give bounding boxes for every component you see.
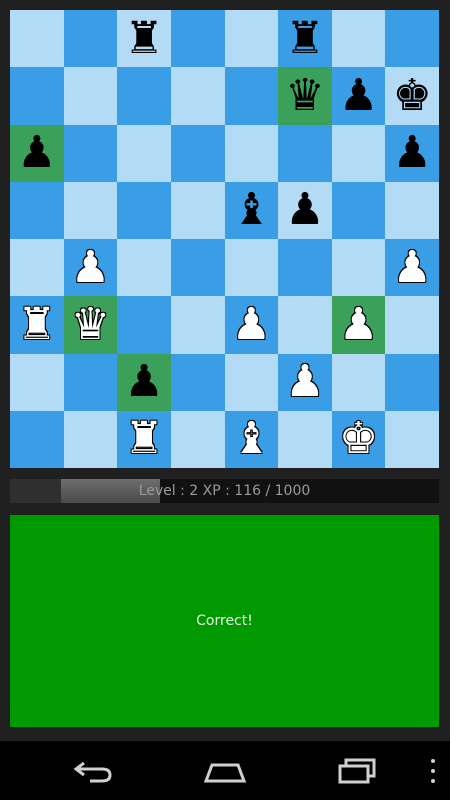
board-square[interactable] xyxy=(278,410,332,468)
board-square[interactable]: ♝ xyxy=(224,181,279,239)
white-rook-icon[interactable]: ♜ xyxy=(17,302,56,347)
board-square[interactable]: ♜ xyxy=(10,296,64,354)
board-square[interactable] xyxy=(170,10,225,68)
black-pawn-icon[interactable]: ♟ xyxy=(17,131,56,175)
board-square[interactable]: ♟ xyxy=(278,181,332,239)
board-square[interactable] xyxy=(117,239,171,297)
recent-apps-icon xyxy=(338,758,376,784)
board-square[interactable] xyxy=(63,124,118,182)
home-button[interactable] xyxy=(200,755,250,787)
black-pawn-icon[interactable]: ♟ xyxy=(392,131,431,175)
board-square[interactable]: ♟ xyxy=(63,239,118,297)
board-square[interactable]: ♚ xyxy=(331,410,386,468)
board-square[interactable] xyxy=(63,67,118,125)
board-square[interactable] xyxy=(385,410,439,468)
board-square[interactable] xyxy=(170,410,225,468)
board-square[interactable] xyxy=(224,239,279,297)
black-rook-icon[interactable]: ♜ xyxy=(124,16,163,61)
board-square[interactable] xyxy=(170,124,225,182)
recent-apps-button[interactable] xyxy=(332,755,382,787)
black-pawn-icon[interactable]: ♟ xyxy=(285,188,324,232)
board-square[interactable]: ♟ xyxy=(331,67,386,125)
black-queen-icon[interactable]: ♛ xyxy=(285,73,324,118)
board-square[interactable] xyxy=(63,10,118,68)
board-square[interactable]: ♟ xyxy=(278,353,332,411)
board-square[interactable]: ♝ xyxy=(224,410,279,468)
white-pawn-icon[interactable]: ♟ xyxy=(232,302,271,347)
black-rook-icon[interactable]: ♜ xyxy=(285,16,324,61)
board-square[interactable] xyxy=(10,10,64,68)
board-square[interactable] xyxy=(278,296,332,354)
board-square[interactable]: ♟ xyxy=(385,124,439,182)
white-pawn-icon[interactable]: ♟ xyxy=(71,245,110,290)
board-square[interactable] xyxy=(278,239,332,297)
black-pawn-icon[interactable]: ♟ xyxy=(339,73,378,118)
android-navigation-bar xyxy=(0,741,450,800)
board-square[interactable] xyxy=(224,124,279,182)
board-square[interactable]: ♟ xyxy=(10,124,64,182)
board-square[interactable] xyxy=(10,410,64,468)
board-square[interactable] xyxy=(63,353,118,411)
board-square[interactable] xyxy=(224,67,279,125)
xp-label: Level : 2 XP : 116 / 1000 xyxy=(138,483,311,499)
board-square[interactable] xyxy=(63,410,118,468)
board-square[interactable] xyxy=(117,67,171,125)
board-square[interactable] xyxy=(331,124,386,182)
chess-board[interactable]: ♜ ♜ ♛ ♟ ♚ ♟ ♟ ♝ ♟ ♟ ♟ ♜ ♛ ♟ ♟ ♟ ♟ ♜ ♝ ♚ xyxy=(10,10,439,468)
black-bishop-icon[interactable]: ♝ xyxy=(232,188,271,232)
white-pawn-icon[interactable]: ♟ xyxy=(285,360,324,404)
board-square[interactable] xyxy=(170,296,225,354)
board-square[interactable]: ♚ xyxy=(385,67,439,125)
board-square[interactable] xyxy=(10,239,64,297)
board-square[interactable] xyxy=(385,10,439,68)
board-square[interactable] xyxy=(63,181,118,239)
white-pawn-icon[interactable]: ♟ xyxy=(339,302,378,347)
white-queen-icon[interactable]: ♛ xyxy=(71,302,110,347)
board-square[interactable] xyxy=(385,296,439,354)
result-panel[interactable]: Correct! xyxy=(10,515,439,727)
board-square[interactable] xyxy=(10,353,64,411)
board-square[interactable] xyxy=(170,181,225,239)
white-bishop-icon[interactable]: ♝ xyxy=(232,417,271,461)
board-square[interactable]: ♜ xyxy=(117,410,171,468)
board-square[interactable] xyxy=(10,181,64,239)
black-pawn-icon[interactable]: ♟ xyxy=(124,360,163,404)
board-square[interactable] xyxy=(385,181,439,239)
white-king-icon[interactable]: ♚ xyxy=(339,417,378,461)
board-square[interactable] xyxy=(170,67,225,125)
board-square[interactable] xyxy=(117,296,171,354)
white-pawn-icon[interactable]: ♟ xyxy=(392,245,431,290)
back-icon xyxy=(73,761,112,783)
board-square[interactable]: ♛ xyxy=(278,67,332,125)
board-square[interactable]: ♜ xyxy=(278,10,332,68)
board-square[interactable] xyxy=(117,124,171,182)
board-square[interactable] xyxy=(224,10,279,68)
board-square[interactable]: ♜ xyxy=(117,10,171,68)
white-rook-icon[interactable]: ♜ xyxy=(124,417,163,461)
board-square[interactable] xyxy=(10,67,64,125)
board-square[interactable]: ♟ xyxy=(117,353,171,411)
back-button[interactable] xyxy=(68,755,118,787)
board-square[interactable] xyxy=(331,239,386,297)
board-square[interactable] xyxy=(170,353,225,411)
board-square[interactable] xyxy=(278,124,332,182)
board-square[interactable] xyxy=(170,239,225,297)
board-square[interactable] xyxy=(331,353,386,411)
xp-progress-bar: Level : 2 XP : 116 / 1000 xyxy=(10,479,439,503)
black-king-icon[interactable]: ♚ xyxy=(392,73,431,118)
overflow-menu-icon[interactable] xyxy=(428,759,438,783)
board-square[interactable] xyxy=(224,353,279,411)
board-square[interactable]: ♛ xyxy=(63,296,118,354)
board-square[interactable]: ♟ xyxy=(224,296,279,354)
board-square[interactable]: ♟ xyxy=(385,239,439,297)
board-square[interactable] xyxy=(331,181,386,239)
home-icon xyxy=(203,763,247,783)
board-square[interactable]: ♟ xyxy=(331,296,386,354)
board-square[interactable] xyxy=(385,353,439,411)
result-message: Correct! xyxy=(196,613,253,629)
board-square[interactable] xyxy=(331,10,386,68)
board-square[interactable] xyxy=(117,181,171,239)
